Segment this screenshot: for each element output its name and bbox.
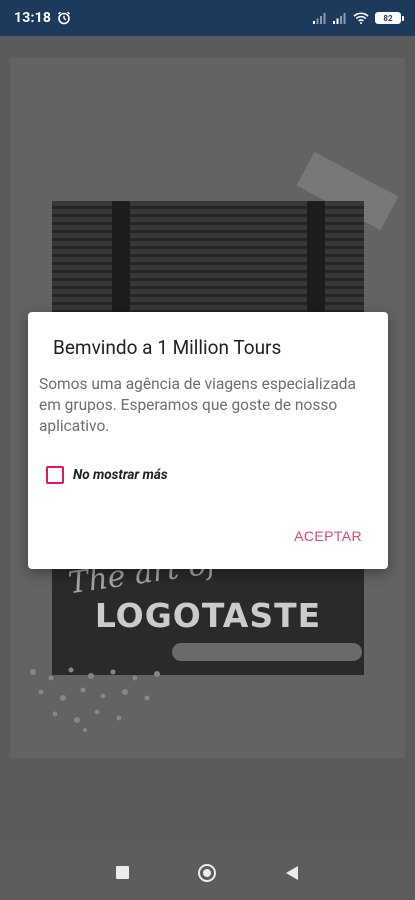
status-time: 13:18 [14,10,52,26]
alarm-clock-icon [58,11,71,25]
cell-signal-icon [313,13,326,24]
wifi-icon [353,12,369,24]
navigation-bar [0,846,415,900]
status-icons: 82 [313,12,404,24]
battery-icon: 82 [375,12,404,24]
accept-button[interactable]: ACEPTAR [294,528,362,544]
dont-show-again-row[interactable]: No mostrar más [46,466,168,484]
dialog-message: Somos uma agência de viagens especializa… [39,375,356,435]
status-bar: 13:18 82 [0,0,415,36]
dialog-title: Bemvindo a 1 Million Tours [53,336,282,359]
cell-signal-icon [333,13,346,24]
home-circle-icon[interactable] [198,864,216,882]
recents-square-icon[interactable] [116,866,129,879]
dont-show-again-checkbox[interactable] [46,466,64,484]
welcome-dialog: Bemvindo a 1 Million Tours Somos uma agê… [28,312,388,569]
dont-show-again-label: No mostrar más [73,467,168,483]
back-triangle-icon[interactable] [286,866,298,880]
